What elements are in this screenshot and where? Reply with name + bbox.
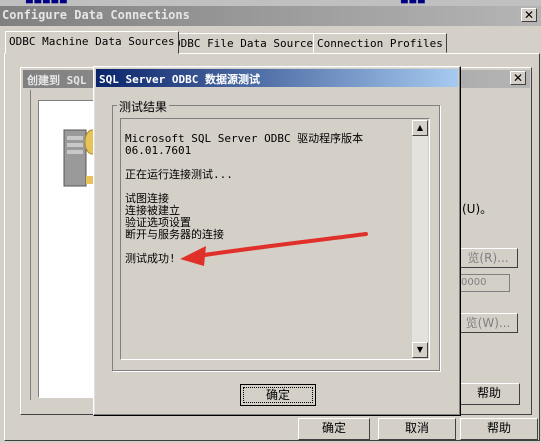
outer-cancel-button[interactable]: 取消 [378,418,456,440]
create-datasource-help-button[interactable]: 帮助 [458,383,520,405]
option-label: (U)。 [462,202,493,216]
results-scrollbar[interactable] [412,120,428,358]
browse-button-r[interactable]: 览(R)... [458,248,518,268]
scroll-up-button[interactable]: ▲ [412,120,428,136]
create-datasource-close-button[interactable]: ✕ [510,71,526,85]
outer-help-button[interactable]: 帮助 [460,418,538,440]
odbc-test-title: SQL Server ODBC 数据源测试 [96,69,458,87]
tab-odbc-machine-data-sources[interactable]: ODBC Machine Data Sources [5,31,179,54]
red-arrow-icon [180,232,368,266]
scroll-up-arrow-icon: ▲ [416,123,424,132]
test-results-label: 测试结果 [117,98,170,115]
tab-connection-profiles[interactable]: Connection Profiles [313,33,447,53]
outer-window-title: Configure Data Connections [0,6,541,26]
scroll-down-arrow-icon: ▼ [416,345,424,354]
close-icon: ✕ [523,8,535,22]
test-ok-button-label[interactable]: 确定 [243,387,313,403]
result-line: 06.01.7601 [125,144,192,157]
outer-close-button[interactable]: ✕ [521,8,537,22]
result-line: 正在运行连接测试... [125,168,233,181]
close-icon: ✕ [512,71,524,85]
scroll-down-button[interactable]: ▼ [412,342,428,358]
tab-odbc-file-data-sources[interactable]: ODBC File Data Sources [170,33,324,53]
outer-ok-button[interactable]: 确定 [298,418,370,440]
path-field[interactable]: 0000 [458,274,510,292]
browse-button-w[interactable]: 览(W)... [458,313,518,333]
